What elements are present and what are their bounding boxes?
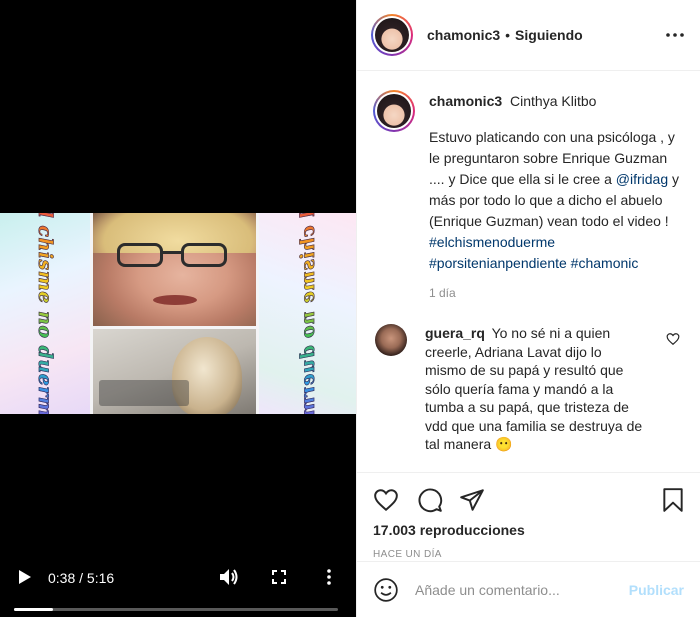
mention-link[interactable]: @ifridag <box>616 171 668 187</box>
video-progress-bar[interactable] <box>14 608 338 611</box>
volume-icon[interactable] <box>218 568 240 586</box>
comment-body: Yo no sé ni a quien creerle, Adriana Lav… <box>425 325 643 452</box>
comment-username[interactable]: guera_rq <box>425 325 485 341</box>
video-glasses-left <box>117 243 163 267</box>
caption-avatar[interactable] <box>373 90 415 132</box>
action-bar: 17.003 reproducciones HACE UN DÍA <box>357 472 700 562</box>
comment-item: guera_rq Yo no sé ni a quien creerle, Ad… <box>373 324 684 454</box>
video-side-panel-left: el chisme no duerme <box>0 213 90 414</box>
views-number: 17.003 <box>373 522 416 538</box>
video-frame: el chisme no duerme el chisme no duerme <box>0 213 356 414</box>
video-mouth <box>153 295 197 305</box>
caption-timestamp[interactable]: 1 día <box>429 286 684 300</box>
add-comment-bar: Publicar <box>357 561 700 617</box>
comment-like-heart-icon[interactable] <box>666 332 680 346</box>
video-progress-fill <box>14 608 53 611</box>
video-cam-top <box>93 213 256 326</box>
video-player[interactable]: el chisme no duerme el chisme no duerme <box>0 0 356 617</box>
post-side-panel: chamonic3 • Siguiendo chamonic3 Cinthya … <box>356 0 700 617</box>
bookmark-icon[interactable] <box>660 487 686 513</box>
caption-display-name: Cinthya Klitbo <box>510 93 597 109</box>
hashtag-link[interactable]: #porsitenianpendiente <box>429 255 567 271</box>
fullscreen-icon[interactable] <box>270 568 288 586</box>
video-time: 0:38 / 5:16 <box>48 570 115 586</box>
more-options-icon[interactable] <box>664 24 686 46</box>
comment-avatar[interactable] <box>375 324 407 356</box>
comments-area[interactable]: chamonic3 Cinthya Klitbo Estuvo platican… <box>357 72 700 472</box>
video-cam-bottom <box>93 329 256 414</box>
header-separator: • <box>505 27 511 43</box>
hashtag-link[interactable]: #elchismenoduerme <box>429 234 555 250</box>
video-side-text-left: el chisme no duerme <box>34 213 57 414</box>
video-live-overlay <box>99 380 189 406</box>
posted-time[interactable]: HACE UN DÍA <box>373 549 442 560</box>
header-username[interactable]: chamonic3 <box>427 27 500 43</box>
avatar-image <box>375 18 409 52</box>
video-glasses-bridge <box>163 251 181 254</box>
video-glasses-right <box>181 243 227 267</box>
comment-icon[interactable] <box>417 487 443 513</box>
caption-username[interactable]: chamonic3 <box>429 93 502 109</box>
post-modal: el chisme no duerme el chisme no duerme <box>0 0 700 617</box>
views-label: reproducciones <box>419 522 525 538</box>
views-count[interactable]: 17.003 reproducciones <box>373 522 525 538</box>
publish-button[interactable]: Publicar <box>629 582 684 598</box>
comment-input[interactable] <box>415 581 629 598</box>
play-icon[interactable] <box>16 568 34 586</box>
video-side-text-right: el chisme no duerme <box>296 213 319 414</box>
hashtag-link[interactable]: #chamonic <box>571 255 639 271</box>
video-controls: 0:38 / 5:16 <box>0 557 356 617</box>
video-center-column <box>93 213 256 414</box>
video-side-panel-right: el chisme no duerme <box>259 213 356 414</box>
heart-icon[interactable] <box>373 487 399 513</box>
caption-text: Estuvo platicando con una psicóloga , y … <box>429 127 684 274</box>
emoji-icon[interactable] <box>373 577 399 603</box>
post-header: chamonic3 • Siguiendo <box>357 0 700 71</box>
follow-status-button[interactable]: Siguiendo <box>515 27 583 43</box>
video-more-icon[interactable] <box>320 568 338 586</box>
share-icon[interactable] <box>459 487 485 513</box>
avatar[interactable] <box>371 14 413 56</box>
caption-avatar-image <box>377 94 411 128</box>
caption: chamonic3 Cinthya Klitbo Estuvo platican… <box>373 72 684 300</box>
